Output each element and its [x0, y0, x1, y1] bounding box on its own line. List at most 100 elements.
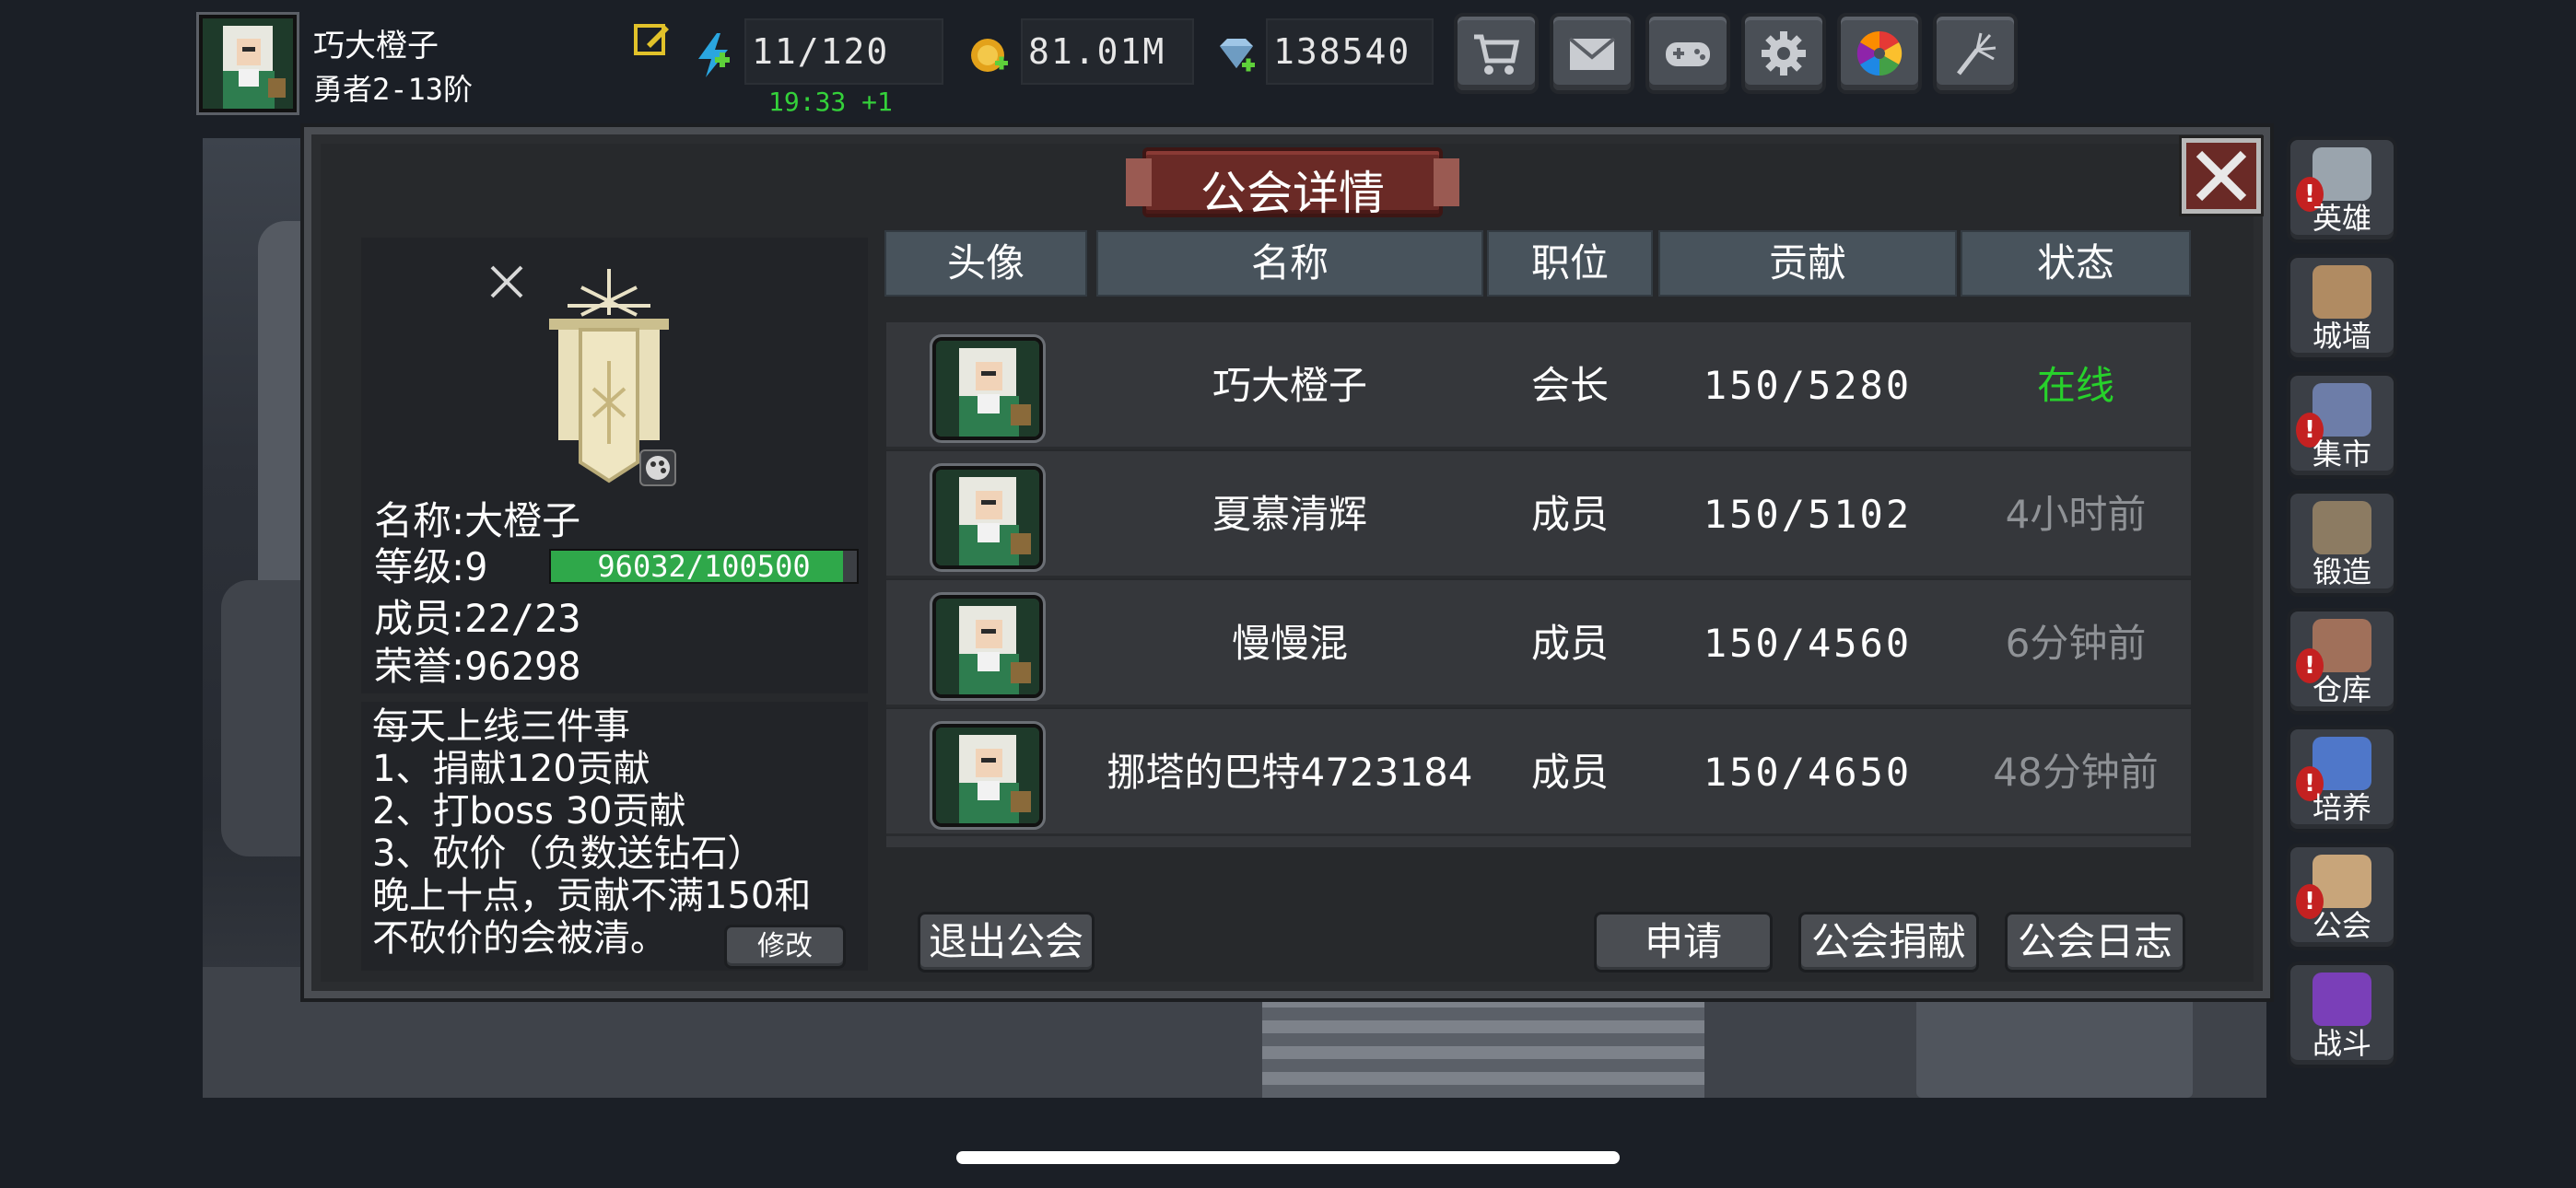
guild-log-button[interactable]: 公会日志 — [2005, 912, 2185, 973]
color-wheel-button[interactable] — [1837, 13, 1922, 94]
shop-cart-button[interactable] — [1454, 13, 1539, 94]
table-row[interactable]: 巧大橙子 会长 150/5280 在线 — [886, 322, 2191, 449]
fireworks-button[interactable] — [1933, 13, 2018, 94]
mail-icon — [1568, 37, 1616, 70]
sidebar-item-label: 公会 — [2312, 908, 2371, 943]
guild-name: 大橙子 — [464, 498, 581, 543]
column-header-status: 状态 — [1961, 230, 2191, 297]
player-name: 巧大橙子 — [313, 28, 439, 64]
guild-xp-bar: 96032/100500 — [549, 549, 859, 584]
table-row[interactable]: 慢慢混 成员 150/4560 6分钟前 — [886, 580, 2191, 707]
energy-value: 11/120 — [752, 31, 890, 72]
member-avatar[interactable] — [930, 334, 1046, 443]
castle-wall-icon — [2313, 265, 2371, 319]
member-contribution: 150/4650 — [1703, 750, 1913, 795]
member-contribution: 150/5102 — [1703, 492, 1913, 537]
mail-button[interactable] — [1550, 13, 1634, 94]
emblem-edit-button[interactable] — [639, 449, 676, 486]
rename-icon[interactable] — [632, 18, 673, 59]
sidebar-item-锻造[interactable]: 锻造 — [2287, 490, 2397, 597]
notice-line: 每天上线三件事 — [372, 705, 630, 748]
sidebar-item-label: 培养 — [2312, 790, 2371, 825]
sidebar-item-培养[interactable]: ! 培养 — [2287, 726, 2397, 833]
disband-x-icon[interactable] — [488, 263, 525, 300]
member-contribution: 150/5280 — [1703, 363, 1913, 408]
member-role: 成员 — [1530, 750, 1609, 795]
apply-button[interactable]: 申请 — [1594, 912, 1773, 973]
close-icon — [2195, 150, 2247, 202]
column-header-role: 职位 — [1487, 230, 1653, 297]
energy-icon — [693, 31, 733, 79]
member-avatar[interactable] — [930, 721, 1046, 830]
guild-honor: 96298 — [464, 644, 581, 689]
player-rank: 勇者2-13阶 — [313, 72, 474, 107]
leave-guild-button[interactable]: 退出公会 — [918, 912, 1095, 973]
member-contribution: 150/4560 — [1703, 621, 1913, 666]
gold-box: 81.01M — [1021, 18, 1194, 85]
column-header-contribution: 贡献 — [1658, 230, 1957, 297]
gamepad-icon — [1666, 42, 1710, 66]
sidebar-item-label: 锻造 — [2312, 554, 2371, 589]
guild-level: 9 — [464, 544, 488, 589]
gem-value: 138540 — [1273, 31, 1411, 72]
gem-box: 138540 — [1266, 18, 1434, 85]
guild-members: 22/23 — [464, 596, 581, 641]
anvil-icon — [2313, 501, 2371, 554]
guild-level-row: 等级:9 — [374, 543, 487, 591]
sidebar-item-英雄[interactable]: ! 英雄 — [2287, 136, 2397, 243]
notice-line: 晚上十点，贡献不满150和 — [372, 875, 812, 917]
close-button[interactable] — [2182, 138, 2261, 214]
guild-level-label: 等级: — [374, 544, 465, 589]
guild-name-row: 名称:大橙子 — [374, 497, 580, 545]
sidebar-item-label: 集市 — [2312, 437, 2371, 472]
member-name: 巧大橙子 — [1212, 363, 1367, 408]
sidebar-item-label: 仓库 — [2312, 672, 2371, 707]
notice-line: 2、打boss 30贡献 — [372, 790, 686, 833]
member-name: 挪塔的巴特4723184 — [1107, 750, 1473, 795]
portal-icon — [2313, 973, 2371, 1026]
sidebar-item-城墙[interactable]: 城墙 — [2287, 254, 2397, 361]
sidebar-item-label: 战斗 — [2312, 1026, 2371, 1061]
dialog-title: 公会详情 — [1200, 167, 1385, 220]
energy-box: 11/120 — [744, 18, 943, 85]
cart-icon — [1474, 34, 1520, 75]
gold-icon — [969, 33, 1010, 77]
table-row[interactable]: 夏慕清辉 成员 150/5102 4小时前 — [886, 451, 2191, 578]
settings-button[interactable] — [1741, 13, 1826, 94]
sidebar-item-仓库[interactable]: ! 仓库 — [2287, 608, 2397, 715]
player-avatar[interactable] — [196, 12, 299, 115]
guild-donate-button[interactable]: 公会捐献 — [1798, 912, 1979, 973]
member-role: 成员 — [1530, 492, 1609, 537]
gem-icon — [1214, 35, 1259, 76]
guild-members-row: 成员:22/23 — [374, 595, 581, 643]
fireworks-icon — [1957, 32, 1996, 76]
dialog-title-banner: 公会详情 — [1126, 147, 1459, 220]
color-wheel-icon — [1856, 30, 1903, 76]
member-avatar[interactable] — [930, 463, 1046, 572]
energy-timer: 19:33 +1 — [768, 87, 893, 117]
member-name: 夏慕清辉 — [1212, 492, 1367, 537]
member-status: 4小时前 — [2005, 492, 2147, 537]
member-name: 慢慢混 — [1231, 621, 1348, 666]
guild-name-label: 名称: — [374, 498, 465, 543]
table-row[interactable]: 挪塔的巴特4723184 成员 150/4650 48分钟前 — [886, 709, 2191, 836]
column-header-name: 名称 — [1096, 230, 1483, 297]
table-scroll-edge — [886, 836, 2191, 847]
gold-value: 81.01M — [1028, 31, 1166, 72]
palette-icon — [646, 456, 670, 480]
guild-honor-label: 荣誉: — [374, 644, 465, 689]
column-header-avatar: 头像 — [884, 230, 1087, 297]
notice-line: 1、捐献120贡献 — [372, 748, 650, 790]
edit-notice-button[interactable]: 修改 — [724, 925, 846, 969]
sidebar-item-战斗[interactable]: 战斗 — [2287, 961, 2397, 1068]
guild-members-label: 成员: — [374, 596, 465, 641]
notice-line: 3、砍价（负数送钻石） — [372, 833, 765, 875]
sidebar-item-集市[interactable]: ! 集市 — [2287, 372, 2397, 479]
gear-icon — [1762, 31, 1806, 76]
sidebar-item-公会[interactable]: ! 公会 — [2287, 844, 2397, 950]
member-status: 48分钟前 — [1993, 750, 2159, 795]
member-status: 6分钟前 — [2005, 621, 2147, 666]
member-avatar[interactable] — [930, 592, 1046, 701]
member-role: 成员 — [1530, 621, 1609, 666]
gamepad-button[interactable] — [1645, 13, 1730, 94]
